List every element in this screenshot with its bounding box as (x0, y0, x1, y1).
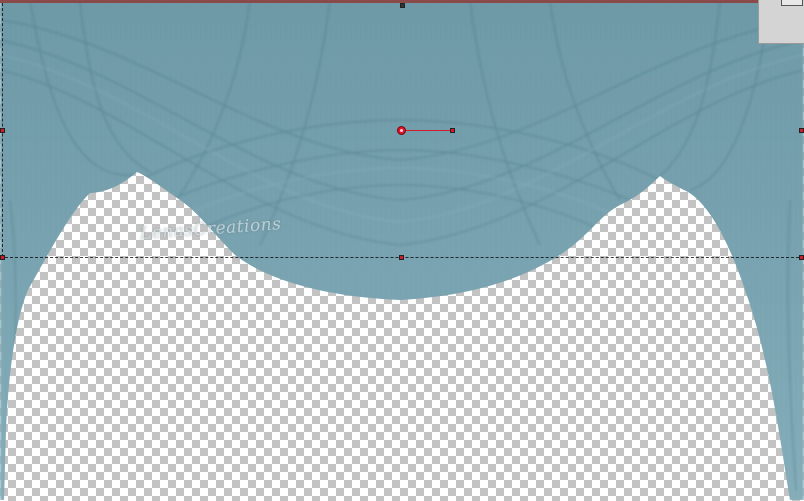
corner-panel (758, 0, 804, 44)
collapse-icon[interactable] (781, 0, 803, 6)
left-middle-handle[interactable] (0, 128, 5, 133)
rotation-handle[interactable] (450, 128, 455, 133)
pivot-point-handle[interactable] (397, 126, 406, 135)
bottom-right-handle[interactable] (799, 255, 804, 260)
bottom-center-handle[interactable] (399, 255, 404, 260)
canvas-area[interactable]: LenasCreations (0, 0, 804, 501)
bottom-left-handle[interactable] (0, 255, 5, 260)
curtain-drape-layer (0, 0, 804, 500)
right-middle-handle[interactable] (799, 128, 804, 133)
rotation-arm (402, 130, 454, 131)
top-center-handle[interactable] (400, 3, 405, 8)
